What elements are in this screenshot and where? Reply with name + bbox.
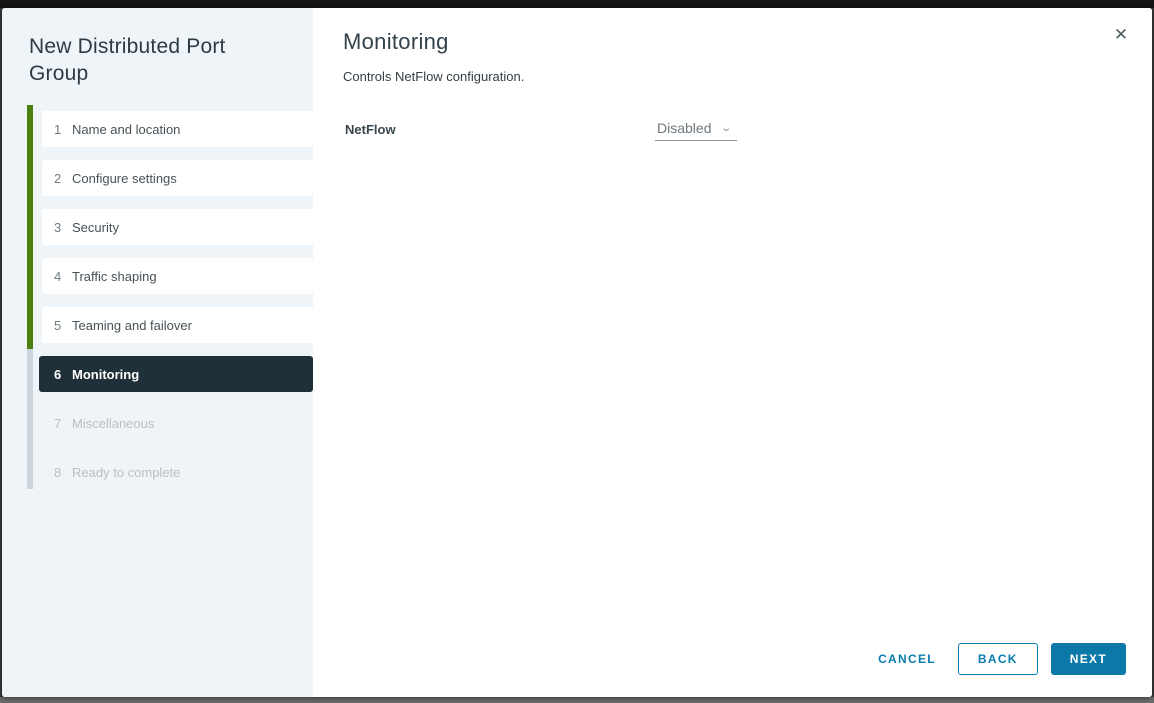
sidebar-step-ready-to-complete: 8 Ready to complete — [42, 454, 313, 490]
netflow-dropdown-value: Disabled — [657, 120, 712, 136]
step-label: Monitoring — [72, 366, 140, 382]
step-label: Name and location — [72, 121, 181, 137]
step-label: Security — [72, 219, 119, 235]
sidebar-step-name-and-location[interactable]: 1 Name and location — [42, 111, 313, 147]
back-button[interactable]: BACK — [957, 643, 1038, 675]
step-number: 3 — [54, 219, 62, 235]
wizard-sidebar: New Distributed Port Group 1 Name and lo… — [2, 8, 313, 697]
backdrop-overlay-bottom — [0, 697, 1154, 703]
step-number: 8 — [54, 464, 62, 480]
step-number: 2 — [54, 170, 62, 186]
new-distributed-port-group-dialog: New Distributed Port Group 1 Name and lo… — [2, 8, 1152, 697]
step-number: 7 — [54, 415, 62, 431]
step-number: 1 — [54, 121, 62, 137]
page-title: Monitoring — [343, 29, 449, 54]
step-label: Miscellaneous — [72, 415, 155, 431]
sidebar-step-traffic-shaping[interactable]: 4 Traffic shaping — [42, 258, 313, 294]
wizard-content-pane: ✕ Monitoring Controls NetFlow configurat… — [313, 8, 1152, 697]
netflow-field-row: NetFlow Disabled ⌄ — [345, 120, 1124, 141]
wizard-footer: CANCEL BACK NEXT — [866, 643, 1126, 675]
netflow-label: NetFlow — [345, 122, 396, 137]
step-label: Configure settings — [72, 170, 177, 186]
step-label: Ready to complete — [72, 464, 181, 480]
page-description: Controls NetFlow configuration. — [343, 69, 525, 84]
wizard-steps-list: 1 Name and location 2 Configure settings… — [27, 105, 313, 490]
sidebar-step-monitoring[interactable]: 6 Monitoring — [39, 356, 313, 392]
progress-rail-completed — [27, 105, 33, 349]
step-label: Traffic shaping — [72, 268, 157, 284]
netflow-dropdown[interactable]: Disabled ⌄ — [655, 120, 737, 141]
step-number: 6 — [54, 366, 62, 382]
step-number: 4 — [54, 268, 62, 284]
wizard-title: New Distributed Port Group — [29, 35, 226, 85]
sidebar-step-teaming-and-failover[interactable]: 5 Teaming and failover — [42, 307, 313, 343]
chevron-down-icon: ⌄ — [720, 122, 733, 134]
sidebar-step-configure-settings[interactable]: 2 Configure settings — [42, 160, 313, 196]
progress-rail-remaining — [27, 349, 33, 489]
cancel-button[interactable]: CANCEL — [866, 643, 948, 675]
close-icon[interactable]: ✕ — [1110, 24, 1132, 46]
next-button[interactable]: NEXT — [1050, 643, 1126, 675]
step-number: 5 — [54, 317, 62, 333]
sidebar-step-miscellaneous: 7 Miscellaneous — [42, 405, 313, 441]
backdrop-overlay-top — [0, 0, 1154, 8]
sidebar-step-security[interactable]: 3 Security — [42, 209, 313, 245]
step-label: Teaming and failover — [72, 317, 192, 333]
